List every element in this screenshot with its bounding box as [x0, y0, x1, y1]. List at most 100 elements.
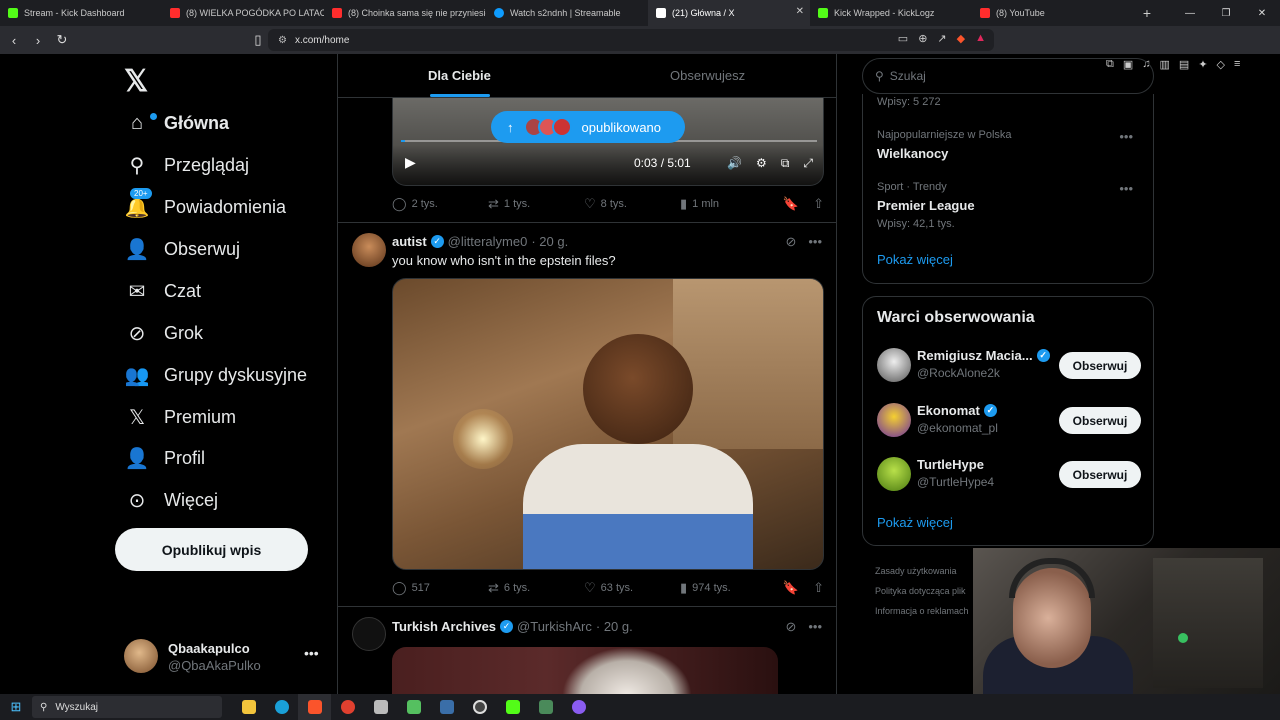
post-author[interactable]: autist	[392, 234, 427, 249]
follow-suggestion[interactable]: Remigiusz Macia... ✓ @RockAlone2k Obserwu…	[877, 348, 1141, 384]
avatar[interactable]	[352, 617, 386, 651]
more-dots-icon[interactable]: •••	[808, 234, 822, 250]
nav-item-profile[interactable]: 👤 Profil	[124, 438, 205, 478]
post-handle[interactable]: @TurkishArc	[517, 619, 592, 634]
chrome-icon[interactable]	[331, 694, 364, 720]
steam-icon[interactable]	[430, 694, 463, 720]
volume-icon[interactable]: 🔊	[727, 156, 742, 171]
site-info-icon[interactable]: ⚙	[278, 35, 287, 46]
restore-icon[interactable]: ❐	[1208, 0, 1244, 26]
follow-button[interactable]: Obserwuj	[1059, 407, 1141, 434]
browser-tab[interactable]: Kick Wrapped - KickLogz	[810, 0, 972, 26]
post-video[interactable]	[392, 647, 778, 694]
grok-icon[interactable]: ⊘	[785, 234, 796, 250]
browser-tab[interactable]: (8) WIELKA POGÓDKA PO LATACH (	[162, 0, 324, 26]
repost-button[interactable]: ⇄ 6 tys.	[488, 580, 584, 596]
like-button[interactable]: ♡ 8 tys.	[584, 196, 680, 212]
obs-icon[interactable]	[463, 694, 496, 720]
minimize-icon[interactable]: —	[1172, 0, 1208, 26]
more-dots-icon[interactable]: •••	[1119, 129, 1133, 144]
nav-item-follow[interactable]: 👤 Obserwuj	[124, 229, 240, 269]
fullscreen-icon[interactable]: ⤢	[803, 156, 813, 171]
post-author[interactable]: Turkish Archives	[392, 619, 496, 634]
nav-item-home[interactable]: ⌂ Główna	[124, 103, 229, 143]
brave-rewards-icon[interactable]: ▲	[975, 32, 986, 45]
bookmark-icon[interactable]: 🔖	[783, 196, 799, 212]
post-handle[interactable]: @litteralyme0	[448, 234, 528, 249]
nav-item-notifications[interactable]: 🔔 20+ Powiadomienia	[124, 187, 286, 227]
grok-icon[interactable]: ⊘	[785, 619, 796, 635]
taskbar-search[interactable]: ⚲ Wyszukaj	[32, 696, 222, 718]
avatar[interactable]	[877, 457, 911, 491]
pip-icon[interactable]: ⧉	[781, 156, 790, 171]
leo-icon[interactable]: ✦	[1198, 58, 1207, 71]
avatar[interactable]	[877, 403, 911, 437]
app-icon[interactable]	[364, 694, 397, 720]
url-field[interactable]: ⚙ x.com/home ▭ ⊕ ↗ ◆ ▲	[268, 29, 994, 51]
new-posts-pill[interactable]: ↑ opublikowano	[491, 111, 685, 143]
nav-item-chat[interactable]: ✉ Czat	[124, 271, 201, 311]
avatar[interactable]	[877, 348, 911, 382]
forward-icon[interactable]: ›	[28, 33, 48, 48]
vpn-icon[interactable]: ◇	[1217, 58, 1225, 71]
nav-item-grok[interactable]: ⊘ Grok	[124, 313, 203, 353]
reply-button[interactable]: ◯ 2 tys.	[392, 196, 488, 212]
new-tab-button[interactable]: +	[1134, 5, 1160, 21]
trend-item[interactable]: Wpisy: 5 272	[877, 96, 1141, 108]
nav-item-explore[interactable]: ⚲ Przeglądaj	[124, 145, 249, 185]
show-more-link[interactable]: Pokaż więcej	[877, 252, 953, 267]
search-input[interactable]: ⚲ Szukaj	[862, 58, 1154, 94]
brave-shield-icon[interactable]: ◆	[957, 32, 965, 45]
menu-icon[interactable]: ≡	[1234, 58, 1240, 71]
browser-tab-active[interactable]: (21) Główna / X ✕	[648, 0, 810, 26]
account-switcher[interactable]: Qbaakapulco @QbaAkaPulko •••	[124, 639, 324, 675]
brave-icon[interactable]	[298, 694, 331, 720]
reply-button[interactable]: ◯ 517	[392, 580, 488, 596]
cast-icon[interactable]: ▭	[898, 32, 908, 45]
views-button[interactable]: ▮ 1 mln	[680, 196, 776, 212]
bookmark-icon[interactable]: 🔖	[783, 580, 799, 596]
trend-item[interactable]: Sport · Trendy Premier League Wpisy: 42,…	[877, 181, 1141, 230]
close-window-icon[interactable]: ✕	[1244, 0, 1280, 26]
follow-button[interactable]: Obserwuj	[1059, 461, 1141, 488]
post[interactable]: Turkish Archives ✓ @TurkishArc · 20 g. ⊘…	[338, 607, 836, 694]
nav-item-more[interactable]: ⊙ Więcej	[124, 480, 218, 520]
wallet-icon[interactable]: ▤	[1179, 58, 1189, 71]
more-dots-icon[interactable]: •••	[1119, 181, 1133, 196]
repost-button[interactable]: ⇄ 1 tys.	[488, 196, 584, 212]
reload-icon[interactable]: ↻	[52, 32, 72, 48]
browser-tab[interactable]: Watch s2ndnh | Streamable	[486, 0, 648, 26]
avatar[interactable]	[352, 233, 386, 267]
zoom-icon[interactable]: ⊕	[918, 32, 927, 45]
follow-suggestion[interactable]: Ekonomat ✓ @ekonomat_pl Obserwuj	[877, 403, 1141, 439]
edge-icon[interactable]	[265, 694, 298, 720]
share-icon[interactable]: ⇧	[813, 580, 824, 596]
discord-icon[interactable]	[562, 694, 595, 720]
nav-item-premium[interactable]: 𝕏 Premium	[124, 397, 236, 437]
trend-item[interactable]: Najpopularniejsze w Polska Wielkanocy ••…	[877, 129, 1141, 161]
app-icon[interactable]	[529, 694, 562, 720]
post[interactable]: autist ✓ @litteralyme0 · 20 g. ⊘ ••• you …	[338, 223, 836, 606]
windows-start-icon[interactable]: ⊞	[0, 699, 32, 715]
share-icon[interactable]: ⇧	[813, 196, 824, 212]
kick-icon[interactable]	[496, 694, 529, 720]
play-icon[interactable]: ▶	[405, 154, 416, 171]
settings-icon[interactable]: ⚙	[756, 156, 767, 171]
nav-item-communities[interactable]: 👥 Grupy dyskusyjne	[124, 355, 308, 395]
browser-tab[interactable]: (8) Choinka sama się nie przyniesie	[324, 0, 486, 26]
bookmark-icon[interactable]: ▯	[248, 32, 268, 48]
store-icon[interactable]	[397, 694, 430, 720]
footer-link[interactable]: Polityka dotycząca plik	[875, 581, 969, 601]
browser-tab[interactable]: Stream - Kick Dashboard	[0, 0, 162, 26]
browser-tab[interactable]: (8) YouTube	[972, 0, 1134, 26]
tab-for-you[interactable]: Dla Ciebie	[428, 68, 491, 83]
footer-link[interactable]: Zasady użytkowania	[875, 561, 969, 581]
file-explorer-icon[interactable]	[232, 694, 265, 720]
sidebar-icon[interactable]: ▥	[1160, 58, 1170, 71]
post-button[interactable]: Opublikuj wpis	[115, 528, 308, 571]
more-dots-icon[interactable]: •••	[808, 619, 822, 635]
back-icon[interactable]: ‹	[4, 33, 24, 48]
follow-suggestion[interactable]: TurtleHype @TurtleHype4 Obserwuj	[877, 457, 1141, 493]
post-video[interactable]	[392, 278, 824, 570]
follow-button[interactable]: Obserwuj	[1059, 352, 1141, 379]
